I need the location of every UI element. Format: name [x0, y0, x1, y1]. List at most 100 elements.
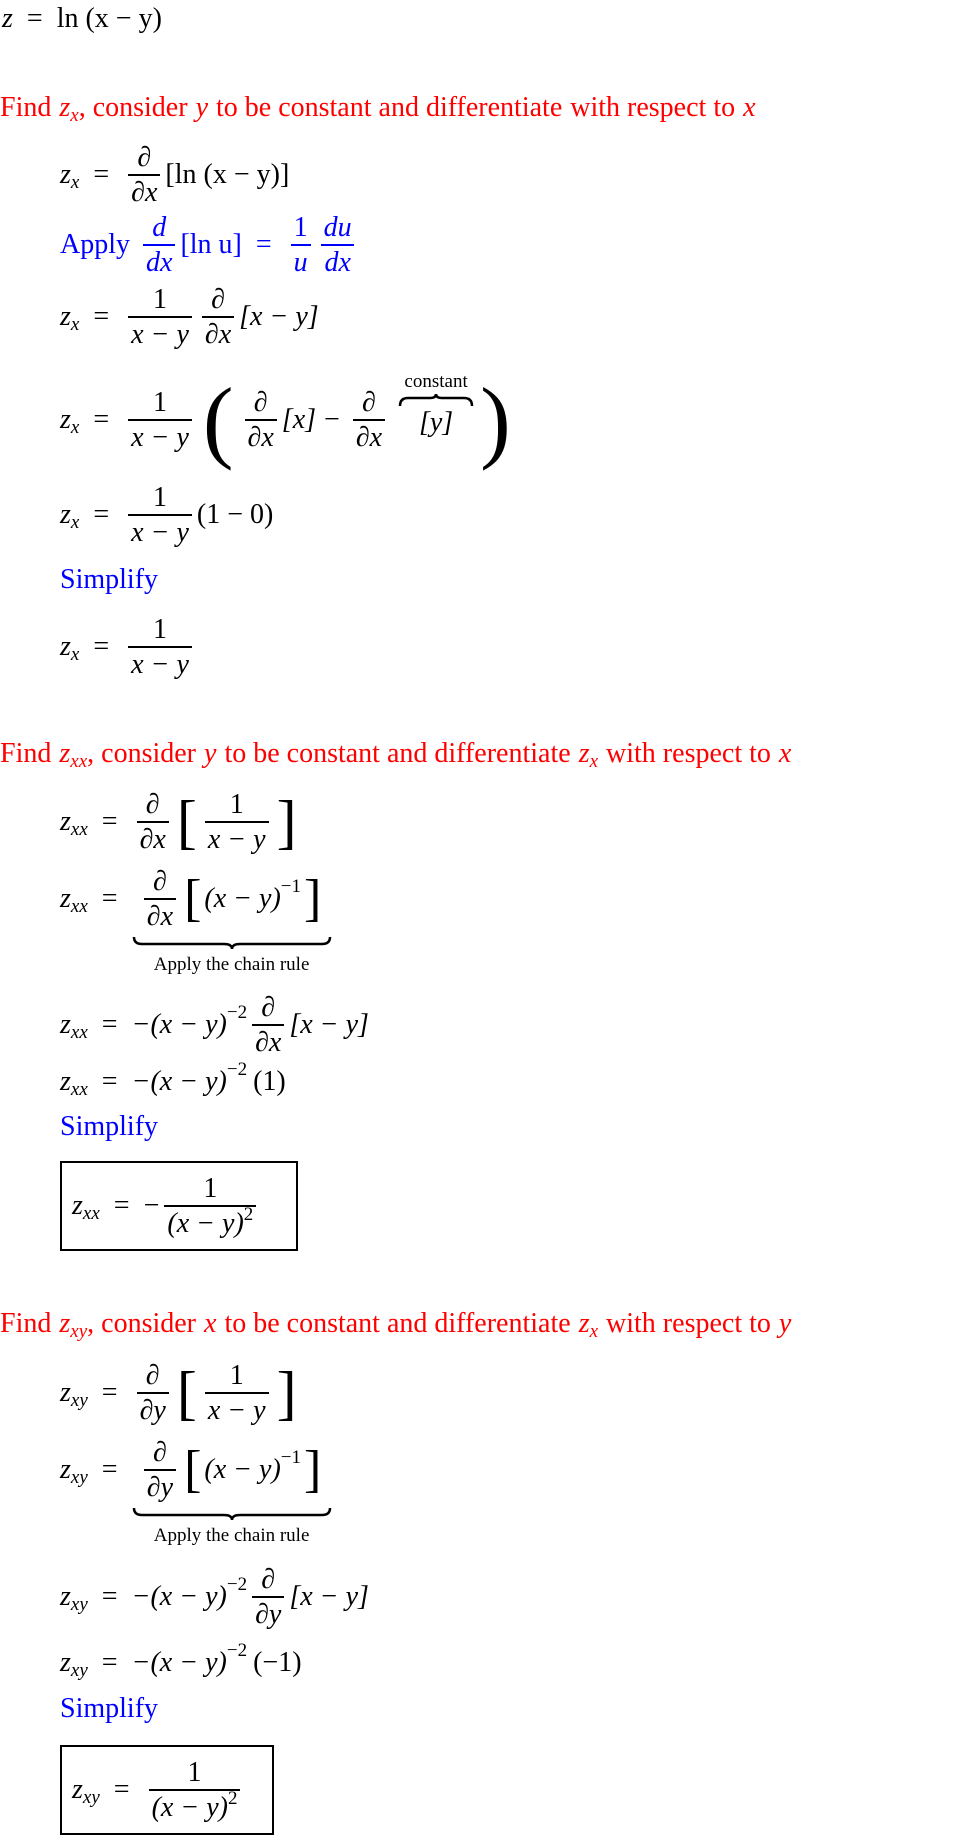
zxy-step-4: z xy = −(x − y) −2 (−1) [60, 1640, 302, 1681]
frac-num: 1 [153, 613, 168, 645]
heading-target: z [59, 738, 71, 769]
fraction: 1x − y [128, 284, 192, 350]
exponent: −2 [226, 1640, 248, 1661]
zx-result: zx = 1x − y [60, 612, 197, 682]
zx-step-1: zx = ∂ ∂x [ln (x − y)] [60, 140, 289, 210]
frac-den: (x − y) [151, 1792, 228, 1823]
partial-operator: ∂ ∂x [128, 142, 161, 208]
given-rhs: ln (x − y) [56, 3, 162, 34]
lhs-sub: xy [70, 1467, 88, 1488]
heading-text: , consider [78, 92, 188, 123]
lhs: z [60, 404, 71, 435]
lhs-sub: x [70, 417, 80, 438]
section-zxy-heading: Find z xy , consider x to be constant and… [0, 1306, 791, 1342]
zxx-step-1: z xx = ∂ ∂x [ 1x − y ] [60, 784, 300, 860]
lhs: z [60, 1377, 71, 1408]
partial-operator: ∂ ∂x [143, 865, 177, 932]
heading-target-sub: x [70, 105, 79, 126]
heading-const-var: y [195, 92, 208, 123]
op-den: ∂y [136, 1392, 169, 1425]
right-paren: ) [480, 369, 511, 471]
underbrace [132, 1507, 332, 1521]
hint-apply: Apply [60, 229, 130, 260]
simplify-label: Simplify [60, 1111, 159, 1142]
exponent: −1 [280, 1447, 302, 1468]
den-exponent: 2 [243, 1204, 254, 1225]
lhs: z [60, 631, 71, 662]
heading-target-sub: xy [70, 1321, 88, 1342]
lhs: z [60, 1009, 71, 1040]
heading-text: with respect to [606, 738, 771, 769]
partial-operator: ∂ ∂x [201, 284, 235, 350]
heading-text: , consider [87, 1308, 196, 1339]
frac-num: 1 [203, 1172, 218, 1204]
given-equation: z = ln (x − y) [2, 2, 162, 36]
partial-operator: ∂ ∂y [136, 1360, 169, 1426]
equals-sign: = [101, 1647, 118, 1678]
frac-num: 1 [187, 1756, 202, 1788]
partial-operator: ∂ ∂x [244, 386, 277, 453]
left-bracket: [ [184, 870, 202, 927]
op-num: ∂ [253, 386, 268, 418]
tail: (1) [253, 1066, 286, 1097]
heading-text: to be constant and differentiate [224, 1308, 571, 1339]
equals-sign: = [101, 1377, 118, 1408]
lhs: z [60, 883, 71, 914]
fraction: 1x − y [204, 789, 269, 855]
derivative-rule-hint: Apply d dx [ln u] = 1u du dx [60, 210, 360, 280]
argument: [y] [418, 407, 454, 438]
left-bracket: [ [184, 1441, 202, 1498]
lhs-sub: xy [70, 1594, 88, 1615]
section-zx-heading: Find zx , consider y to be constant and … [0, 90, 756, 126]
lhs: z [60, 159, 71, 190]
overbrace [398, 393, 474, 407]
heading-find: Find [0, 1308, 52, 1339]
heading-target: z [59, 92, 71, 123]
exponent: −2 [226, 1002, 248, 1023]
exponent: −2 [226, 1574, 248, 1595]
lhs: z [60, 1647, 71, 1678]
op-den: ∂x [128, 174, 161, 207]
exponent: −1 [280, 876, 302, 897]
zxx-step-4: z xx = −(x − y) −2 (1) [60, 1059, 286, 1100]
lhs: z [60, 301, 71, 332]
op-den: ∂y [143, 1469, 177, 1502]
op-den: ∂x [352, 419, 386, 452]
fraction: 1 (x − y)2 [164, 1172, 257, 1239]
lhs: z [72, 1190, 83, 1221]
op-num: ∂ [153, 865, 167, 897]
op-den: ∂x [252, 1024, 285, 1057]
lhs: z [60, 1066, 71, 1097]
section-zxx-heading: Find z xx , consider y to be constant and… [0, 736, 791, 772]
lhs: z [72, 1774, 83, 1805]
frac-num: 1 [153, 481, 168, 513]
argument: [ln (x − y)] [165, 159, 290, 190]
frac-den: x − y [128, 419, 192, 452]
heading-find: Find [0, 92, 52, 123]
lhs-sub: x [70, 314, 80, 335]
coefficient: −(x − y) [131, 1066, 227, 1097]
d-dx-operator: d dx [143, 212, 176, 278]
lhs-sub: xy [70, 1660, 88, 1681]
partial-operator: ∂ ∂y [143, 1437, 177, 1503]
heading-wrt-var: x [743, 92, 756, 123]
frac-den: x − y [204, 1392, 269, 1425]
argument: (x − y) [204, 1454, 281, 1485]
lhs: z [60, 1454, 71, 1485]
tail: (−1) [253, 1647, 302, 1678]
heading-wrt-var: x [778, 738, 792, 769]
zx-step-2: zx = 1x − y ∂ ∂x [x − y] [60, 282, 319, 352]
op-den: ∂y [252, 1596, 285, 1629]
zx-step-4: zx = 1x − y (1 − 0) [60, 480, 273, 550]
fraction: 1 (x − y)2 [148, 1756, 241, 1823]
argument: [x − y] [239, 301, 319, 332]
underbrace-group: ∂ ∂y [ (x − y) −1 ] Apply the chain rule [132, 1433, 332, 1547]
partial-operator: ∂ ∂y [252, 1564, 285, 1630]
argument: [x] [281, 404, 317, 435]
exponent: −2 [226, 1059, 248, 1080]
zx-step-3: zx = 1x − y ( ∂ ∂x [x] − ∂ ∂x constant [y]… [60, 362, 517, 478]
lhs: z [60, 1581, 71, 1612]
overbrace-group: constant [y] [398, 371, 474, 439]
frac-den: x − y [128, 646, 192, 679]
op-num: ∂ [362, 386, 376, 418]
